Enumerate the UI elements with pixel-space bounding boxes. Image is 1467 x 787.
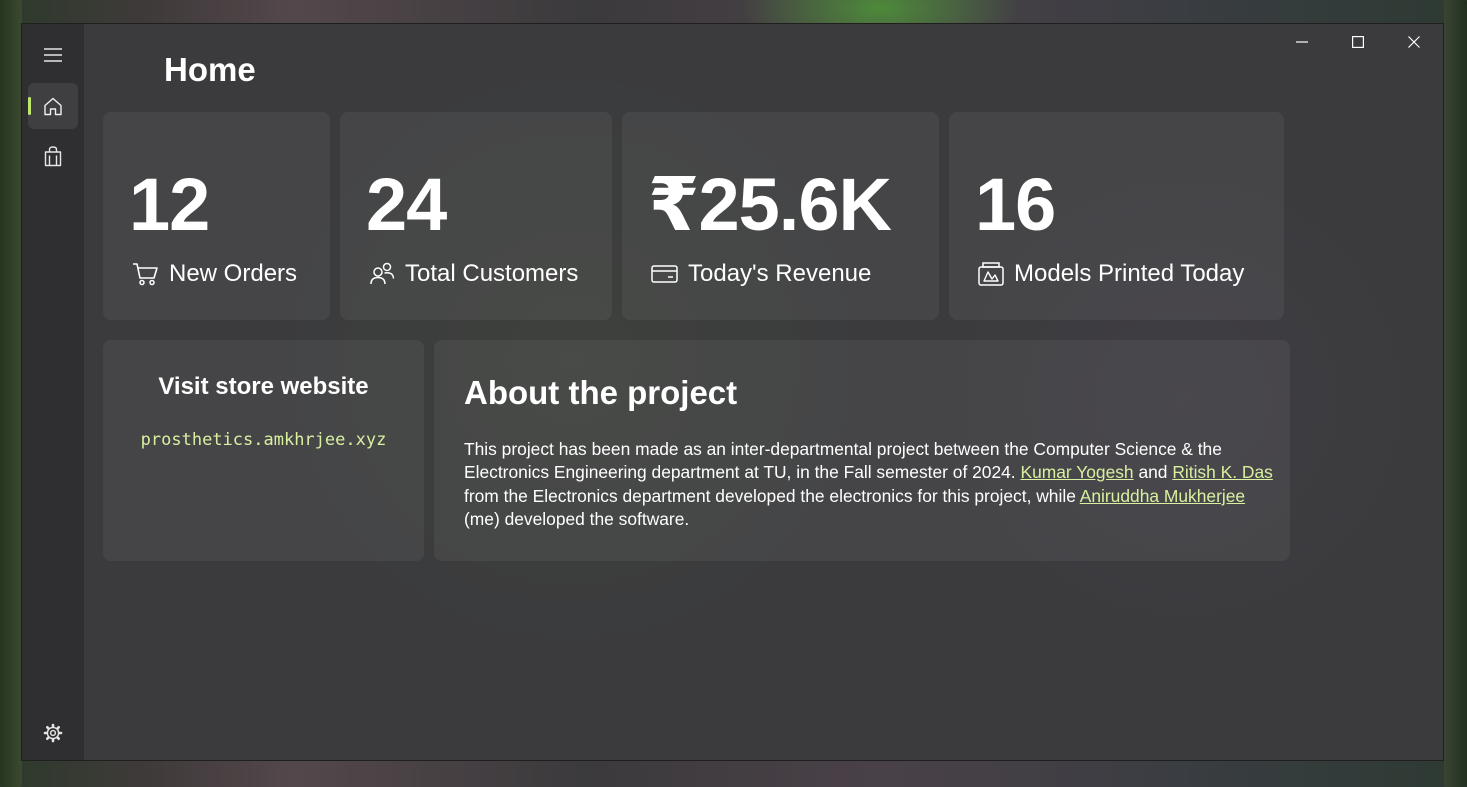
stat-card-total-customers: 24 Total Customers [340,112,612,320]
stat-label: New Orders [132,260,297,288]
store-website-link[interactable]: prosthetics.amkhrjee.xyz [103,430,424,450]
stat-value: ₹25.6K [648,163,892,246]
page-title: Home [164,51,256,88]
hamburger-icon [44,48,62,62]
content-area: Home 12 New Orders 24 Total Customers ₹2… [84,24,1443,760]
stat-card-models-printed: 16 Models Printed Today [949,112,1284,320]
shopping-bag-icon [44,145,62,166]
nav-item-orders[interactable] [28,133,78,179]
wallpaper-trunk [0,0,22,787]
link-kumar-yogesh[interactable]: Kumar Yogesh [1020,462,1133,482]
stat-label-text: Models Printed Today [1014,260,1245,287]
stat-value: 12 [129,163,210,246]
about-title: About the project [464,374,738,411]
link-ritish-das[interactable]: Ritish K. Das [1172,462,1273,482]
credit-card-icon [651,265,678,283]
gear-icon [43,723,63,743]
stat-label: Today's Revenue [651,260,871,288]
visit-store-title: Visit store website [158,373,369,400]
minimize-icon [1296,41,1308,43]
close-icon [1408,36,1420,48]
stat-card-new-orders: 12 New Orders [103,112,330,320]
people-icon [370,262,395,285]
stat-label-text: Total Customers [405,260,579,287]
about-text-part: from the Electronics department develope… [464,485,1076,506]
menu-button[interactable] [28,32,78,78]
stat-value: 24 [366,163,447,246]
cart-icon [133,263,158,286]
selection-indicator [28,97,31,115]
stat-label-text: New Orders [169,260,298,287]
about-project-card: About the project This project has been … [434,340,1290,561]
minimize-button[interactable] [1274,24,1330,60]
nav-item-home[interactable] [28,83,78,129]
stat-label: Models Printed Today [978,260,1244,288]
link-aniruddha-mukherjee[interactable]: Aniruddha Mukherjee [1080,486,1245,506]
stat-label-text: Today's Revenue [688,260,872,287]
about-text-part: and [1138,462,1168,483]
app-window: Home 12 New Orders 24 Total Customers ₹2… [21,23,1444,761]
about-text-part: (me) developed the software. [464,508,690,529]
navigation-rail [22,24,84,760]
maximize-button[interactable] [1330,24,1386,60]
close-button[interactable] [1386,24,1442,60]
stat-value: 16 [975,163,1056,246]
print-model-icon [978,262,1004,286]
home-icon [44,97,62,115]
maximize-icon [1352,36,1364,48]
stat-card-todays-revenue: ₹25.6K Today's Revenue [622,112,939,320]
settings-button[interactable] [28,710,78,756]
wallpaper-trunk [1444,0,1467,787]
stat-label: Total Customers [369,260,578,288]
about-description: This project has been made as an inter-d… [464,438,1274,531]
visit-store-card: Visit store website prosthetics.amkhrjee… [103,340,424,561]
